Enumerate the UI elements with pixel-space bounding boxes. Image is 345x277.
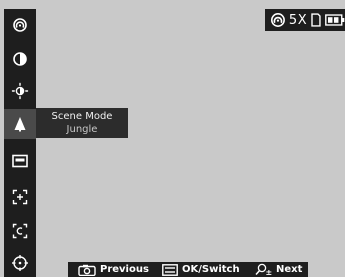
side-item-focus-frame[interactable] [4,183,36,211]
menu-icon [162,263,178,276]
side-item-brightness[interactable] [4,77,36,105]
status-bar: 5X [265,9,345,31]
hotspot-tracking-icon [270,13,285,27]
ok-switch-hint[interactable]: OK/Switch [162,262,240,277]
scene-mode-popup: Scene Mode Jungle [36,108,128,138]
side-item-crosshair[interactable] [4,249,36,277]
svg-text:±: ± [266,268,273,276]
side-item-capture[interactable] [4,217,36,245]
display-mode-icon [12,154,28,168]
scene-mode-value: Jungle [66,124,98,135]
zoom-plus-minus-icon: ± [255,263,273,276]
side-menu [4,9,36,277]
side-item-display-mode[interactable] [4,147,36,175]
scene-mode-icon [14,117,26,132]
side-item-scene-mode[interactable] [4,109,36,139]
thermal-view: Scene Mode Jungle 5X Previous OK/Switch … [0,0,345,277]
sd-card-icon [311,13,321,27]
hotspot-tracking-icon [13,18,27,32]
crosshair-icon [12,255,28,271]
popup-title: Scene Mode [51,111,113,122]
battery-icon [325,14,345,26]
zoom-level: 5X [288,12,308,28]
focus-frame-icon [12,189,28,205]
previous-hint[interactable]: Previous [78,262,149,277]
brightness-icon [11,82,29,100]
side-item-hotspot[interactable] [4,11,36,39]
contrast-icon [13,52,27,66]
camera-icon [78,264,96,276]
next-label: Next [276,264,303,275]
ok-switch-label: OK/Switch [182,264,240,275]
previous-label: Previous [100,264,149,275]
capture-icon [12,223,28,239]
hint-bar: Previous OK/Switch ± Next [68,262,308,277]
next-hint[interactable]: ± Next [254,262,302,277]
side-item-contrast[interactable] [4,45,36,73]
